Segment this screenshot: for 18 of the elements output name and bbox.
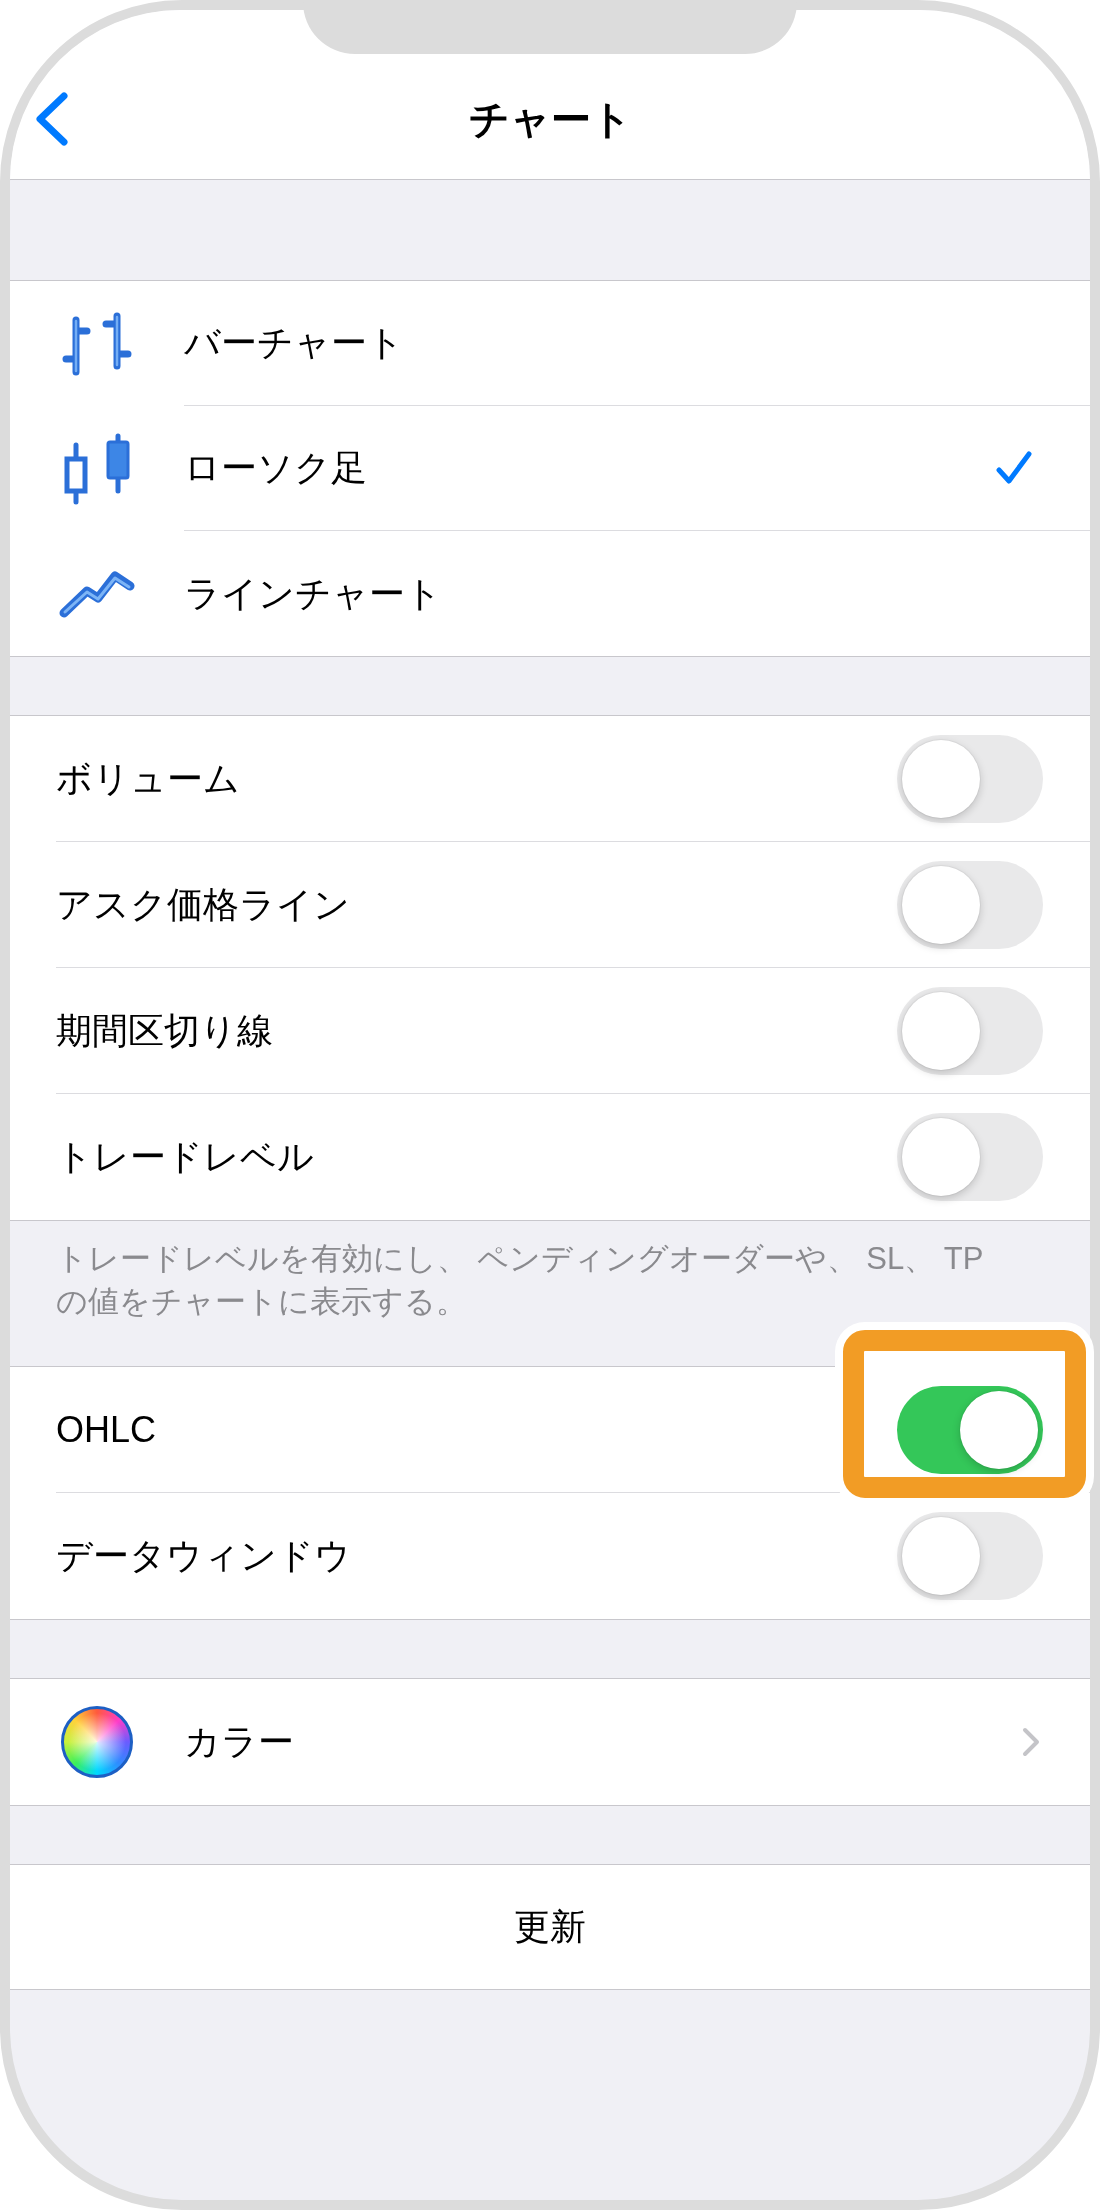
chevron-right-icon [1022, 1727, 1040, 1757]
setting-label: データウィンドウ [56, 1534, 352, 1578]
chart-type-option[interactable]: ローソク足 [10, 406, 1090, 531]
chevron-left-icon [35, 92, 69, 146]
update-button[interactable]: 更新 [10, 1864, 1090, 1990]
setting-label: ボリューム [56, 756, 241, 801]
footer-note: トレードレベルを有効にし、 ペンディングオーダーや、 SL、 TPの値をチャートに表示する。 [55, 1240, 985, 1321]
setting-label: OHLC [56, 1407, 158, 1452]
setting-label: トレードレベル [56, 1135, 315, 1179]
color-settings-row[interactable]: カラー [10, 1678, 1090, 1806]
chart-type-option[interactable]: バーチャート [10, 281, 1090, 406]
bar-chart-icon [62, 311, 132, 376]
setting-label: アスク価格ライン [56, 882, 351, 927]
line-chart-icon [59, 568, 135, 619]
chart-type-option[interactable]: ラインチャート [10, 531, 1090, 656]
setting-label: 期間区切り線 [56, 1008, 274, 1053]
screen-title: チャート [468, 96, 632, 143]
candlestick-chart-icon [63, 432, 131, 505]
